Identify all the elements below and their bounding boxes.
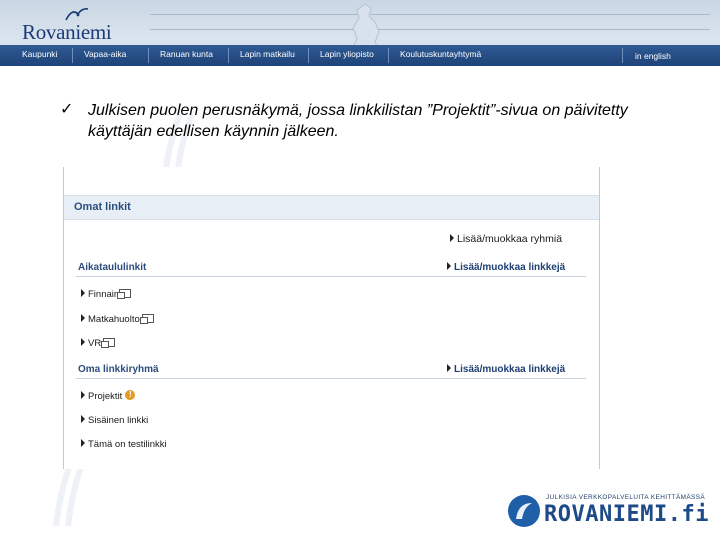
nav-separator xyxy=(72,48,73,63)
section-heading-aikataululinkit: Aikataululinkit xyxy=(78,262,147,273)
nav-item-ranuan-kunta[interactable]: Ranuan kunta xyxy=(160,49,213,59)
edit-links-label: Lisää/muokkaa linkkejä xyxy=(454,364,566,375)
brand-tagline: JULKISIA VERKKOPALVELUITA KEHITTÄMÄSSÄ xyxy=(546,494,706,501)
item-label: Finnair xyxy=(88,289,118,300)
arrow-right-icon xyxy=(447,262,451,271)
arrow-right-icon xyxy=(81,391,85,400)
external-window-icon xyxy=(101,337,116,348)
nav-item-lapin-matkailu[interactable]: Lapin matkailu xyxy=(240,49,295,59)
in-english-link[interactable]: in english xyxy=(635,51,671,61)
nav-separator xyxy=(148,48,149,63)
edit-groups-link[interactable]: Lisää/muokkaa ryhmiä xyxy=(450,233,562,245)
nav-separator xyxy=(228,48,229,63)
list-item-projektit[interactable]: Projektit! xyxy=(81,390,136,402)
nav-item-kaupunki[interactable]: Kaupunki xyxy=(22,49,57,59)
arrow-right-icon xyxy=(81,314,85,323)
slide-bullet-text: Julkisen puolen perusnäkymä, jossa linkk… xyxy=(88,102,628,140)
arrow-right-icon xyxy=(447,364,451,373)
arrow-right-icon xyxy=(81,415,85,424)
nav-separator xyxy=(388,48,389,63)
external-window-icon xyxy=(117,288,132,299)
nav-separator xyxy=(622,48,623,63)
nav-separator xyxy=(308,48,309,63)
section-divider xyxy=(76,276,586,277)
watermark-slash-icon xyxy=(53,462,85,527)
brand-swirl-icon xyxy=(508,495,540,527)
item-label: Sisäinen linkki xyxy=(88,415,149,426)
item-label: Tämä on testilinkki xyxy=(88,439,167,450)
panel-title-bar: Omat linkit xyxy=(64,195,599,220)
top-navigation: Kaupunki Vapaa-aika Ranuan kunta Lapin m… xyxy=(0,45,720,66)
nav-item-vapaa-aika[interactable]: Vapaa-aika xyxy=(84,49,126,59)
rovaniemi-logo[interactable]: Rovaniemi xyxy=(18,6,128,44)
logo-text: Rovaniemi xyxy=(22,20,112,44)
edit-links-link[interactable]: Lisää/muokkaa linkkejä xyxy=(447,364,565,375)
panel-title: Omat linkit xyxy=(74,201,131,213)
own-links-panel: Omat linkit Lisää/muokkaa ryhmiä Aikatau… xyxy=(63,167,600,469)
section-divider xyxy=(76,378,586,379)
updated-alert-icon: ! xyxy=(125,390,136,401)
list-item-testilinkki[interactable]: Tämä on testilinkki xyxy=(81,439,167,450)
external-window-icon xyxy=(139,313,154,324)
list-item-matkahuolto[interactable]: Matkahuolto xyxy=(81,313,154,325)
arrow-right-icon xyxy=(81,289,85,298)
item-label: Matkahuolto xyxy=(88,314,140,325)
decorative-line xyxy=(150,29,710,30)
section-heading-oma-linkkiryhma: Oma linkkiryhmä xyxy=(78,364,159,375)
nav-item-lapin-yliopisto[interactable]: Lapin yliopisto xyxy=(320,49,374,59)
edit-groups-label: Lisää/muokkaa ryhmiä xyxy=(457,233,563,245)
rovaniemi-fi-brand: JULKISIA VERKKOPALVELUITA KEHITTÄMÄSSÄ R… xyxy=(508,493,713,531)
arrow-right-icon xyxy=(81,338,85,347)
arrow-right-icon xyxy=(450,234,454,243)
brand-name: ROVANIEMI.fi xyxy=(544,502,709,527)
item-label: VR xyxy=(88,338,102,349)
checkmark-bullet-icon: ✓ xyxy=(60,101,74,118)
edit-links-label: Lisää/muokkaa linkkejä xyxy=(454,262,566,273)
list-item-vr[interactable]: VR xyxy=(81,337,116,349)
list-item-finnair[interactable]: Finnair xyxy=(81,288,132,300)
list-item-sisainen-linkki[interactable]: Sisäinen linkki xyxy=(81,415,148,426)
nav-item-koulutuskuntayhtyma[interactable]: Koulutuskuntayhtymä xyxy=(400,49,481,59)
decorative-line xyxy=(150,14,710,15)
arrow-right-icon xyxy=(81,439,85,448)
edit-links-link[interactable]: Lisää/muokkaa linkkejä xyxy=(447,262,565,273)
item-label: Projektit xyxy=(88,391,123,402)
